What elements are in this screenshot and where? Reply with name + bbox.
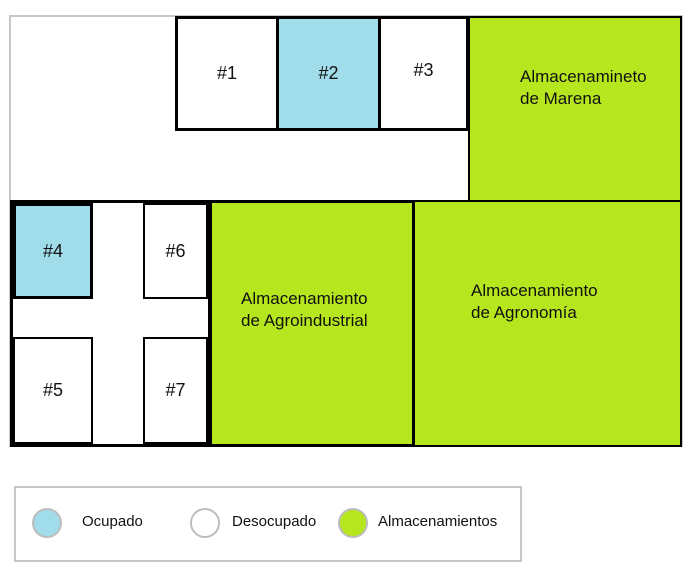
room-2: #2	[276, 16, 381, 131]
room-5: #5	[13, 337, 93, 444]
room-7: #7	[143, 337, 208, 444]
room-3-label: #3	[413, 59, 434, 80]
room-4: #4	[13, 203, 93, 299]
legend-occupied-label: Ocupado	[82, 513, 143, 530]
legend-vacant-swatch	[190, 508, 220, 538]
storage-marena: Almacenamineto de Marena	[468, 16, 682, 202]
storage-agroindustrial-label: Almacenamiento de Agroindustrial	[241, 289, 368, 330]
room-4-label: #4	[42, 240, 64, 261]
storage-agronomia-label: Almacenamiento de Agronomía	[471, 281, 598, 322]
legend: Ocupado Desocupado Almacenamientos	[14, 486, 522, 562]
room-2-label: #2	[318, 63, 339, 83]
storage-marena-label: Almacenamineto de Marena	[520, 67, 647, 108]
room-7-label: #7	[165, 380, 186, 400]
room-6-label: #6	[165, 240, 186, 261]
room-6: #6	[143, 203, 208, 299]
room-1: #1	[178, 19, 276, 128]
room-3: #3	[381, 19, 466, 121]
storage-agronomia: Almacenamiento de Agronomía	[413, 200, 682, 447]
legend-vacant-label: Desocupado	[232, 513, 317, 530]
room-1-label: #1	[216, 63, 238, 83]
legend-storage-label: Almacenamientos	[378, 513, 498, 530]
legend-occupied-swatch	[32, 508, 62, 538]
legend-storage-swatch	[338, 508, 368, 538]
storage-agroindustrial: Almacenamiento de Agroindustrial	[209, 200, 415, 447]
room-5-label: #5	[42, 380, 64, 400]
